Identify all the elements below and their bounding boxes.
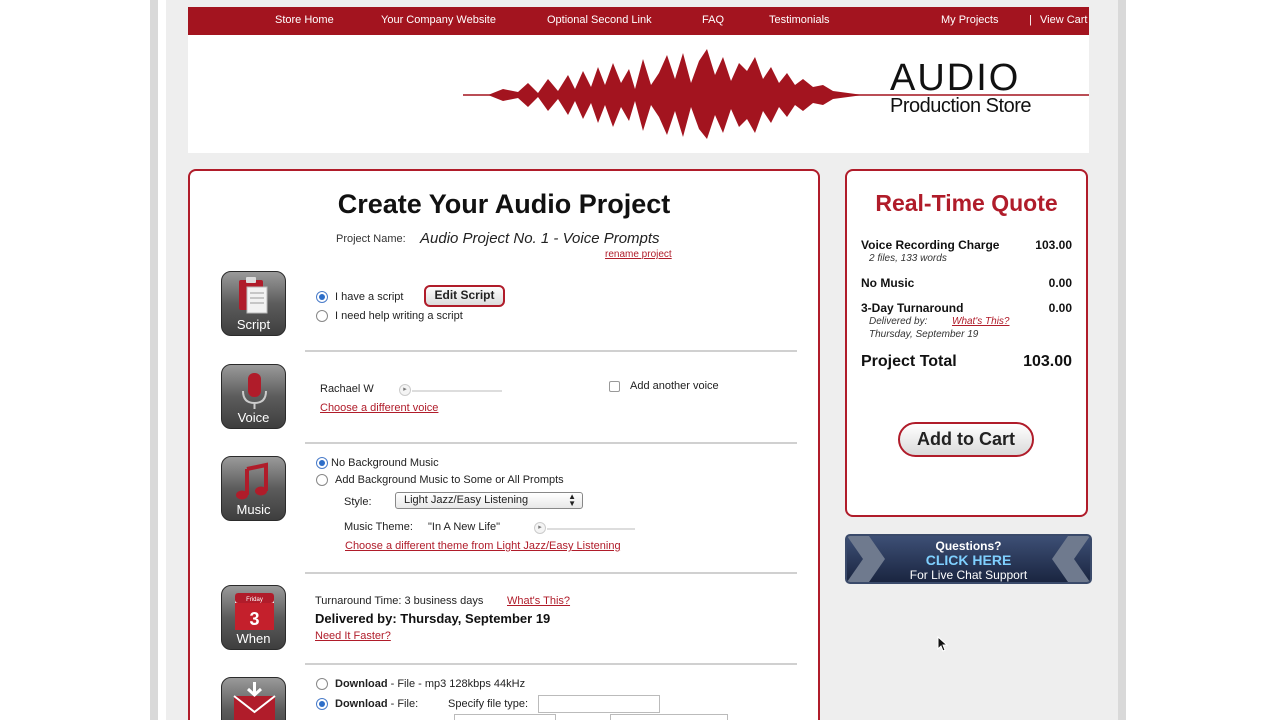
voice-play-button[interactable]: ▸ [399,384,411,396]
section-divider [305,572,797,574]
download-mp3-detail: - File - mp3 128kbps 44kHz [387,678,526,690]
nav-second-link[interactable]: Optional Second Link [547,14,652,26]
music-charge-value: 0.00 [1048,276,1072,290]
quote-delivered-date: Thursday, September 19 [869,329,979,340]
have-script-radio[interactable] [316,291,328,303]
store-page: Store Home Your Company Website Optional… [166,0,1118,720]
mouse-cursor-icon [937,636,949,652]
music-style-select[interactable]: Light Jazz/Easy Listening ▲ ▼ [395,492,583,509]
need-it-faster-link[interactable]: Need It Faster? [315,630,391,642]
section-divider [305,442,797,444]
download-file-detail: - File: [387,698,419,710]
chat-click-here-text: CLICK HERE [925,552,1012,568]
turnaround-whats-this-link[interactable]: What's This? [507,595,570,607]
turnaround-charge-value: 0.00 [1048,301,1072,315]
rename-project-link[interactable]: rename project [605,249,672,260]
project-name-label: Project Name: [336,233,406,245]
need-help-script-label: I need help writing a script [335,310,463,322]
real-time-quote-panel: Real-Time Quote Voice Recording Charge 1… [845,169,1088,517]
voice-name: Rachael W [320,383,374,395]
turnaround-charge-label: 3-Day Turnaround [861,301,964,315]
nav-company-website[interactable]: Your Company Website [381,14,496,26]
logo-subtitle: Production Store [890,95,1031,117]
window-margin-left [0,0,158,720]
voice-charge-label: Voice Recording Charge [861,238,1000,252]
confirm-email-input[interactable] [610,714,728,720]
download-mp3-radio[interactable] [316,678,328,690]
chat-questions-text: Questions? [935,539,1002,553]
download-file-bold: Download [335,698,388,710]
download-mp3-bold: Download [335,678,388,690]
add-to-cart-button[interactable]: Add to Cart [898,422,1034,457]
have-script-label: I have a script [335,291,404,303]
calendar-icon: Friday 3 When [221,585,286,650]
quote-title: Real-Time Quote [875,190,1058,216]
music-style-value: Light Jazz/Easy Listening [404,494,529,506]
add-music-radio[interactable] [316,474,328,486]
music-icon: Music [221,456,286,521]
window-margin-right [1118,0,1280,720]
nav-testimonials[interactable]: Testimonials [769,14,830,26]
page-title: Create Your Audio Project [337,189,671,219]
logo-audio-text: AUDIO [890,57,1021,99]
project-total-label: Project Total [861,353,957,370]
calendar-day-text: Friday [246,597,263,603]
file-type-input[interactable] [538,695,660,713]
nav-store-home[interactable]: Store Home [275,14,334,26]
nav-my-projects[interactable]: My Projects [941,14,998,26]
add-voice-label: Add another voice [630,380,719,392]
select-arrows-icon: ▲ ▼ [568,492,576,508]
notification-email-input[interactable] [454,714,556,720]
voice-charge-detail: 2 files, 133 words [869,253,947,264]
download-mp3-label: Download - File - mp3 128kbps 44kHz [335,678,525,690]
music-play-button[interactable]: ▸ [534,522,546,534]
voice-charge-value: 103.00 [1035,238,1072,252]
music-theme-value: "In A New Life" [428,521,501,533]
create-project-panel: Create Your Audio Project Project Name: … [188,169,820,720]
voice-icon-label: Voice [237,410,270,425]
download-file-label: Download - File: [335,698,418,710]
add-music-label: Add Background Music to Some or All Prom… [335,474,564,486]
edit-script-button[interactable]: Edit Script [424,285,505,307]
choose-voice-link[interactable]: Choose a different voice [320,402,438,414]
chat-support-text: For Live Chat Support [909,568,1028,582]
no-music-label: No Background Music [331,457,439,469]
section-divider [305,350,797,352]
download-icon [221,677,286,720]
section-divider [305,663,797,665]
voice-icon: Voice [221,364,286,429]
live-chat-banner[interactable]: Questions? CLICK HERE For Live Chat Supp… [845,534,1092,584]
turnaround-time: Turnaround Time: 3 business days [315,595,484,607]
nav-view-cart[interactable]: View Cart [1040,14,1087,26]
choose-theme-link[interactable]: Choose a different theme from Light Jazz… [345,540,621,552]
project-total-value: 103.00 [1023,353,1072,370]
music-theme-label: Music Theme: [344,521,413,533]
music-preview-track [547,528,635,530]
music-charge-label: No Music [861,276,915,290]
calendar-date-text: 3 [249,609,259,629]
when-icon-label: When [236,631,271,646]
delivered-by-date: Delivered by: Thursday, September 19 [315,611,551,626]
nav-faq[interactable]: FAQ [702,14,724,26]
project-name-value: Audio Project No. 1 - Voice Prompts [420,230,660,247]
voice-preview-track [412,390,502,392]
header-banner: AUDIO Production Store [188,35,1089,153]
file-type-label: Specify file type: [448,698,529,710]
no-music-radio[interactable] [316,457,328,469]
quote-delivered-by-label: Delivered by: [869,316,928,327]
script-icon-label: Script [236,317,271,332]
script-icon: Script [221,271,286,336]
style-label: Style: [344,496,372,508]
download-file-radio[interactable] [316,698,328,710]
need-help-script-radio[interactable] [316,310,328,322]
add-voice-checkbox[interactable] [609,381,620,392]
quote-whats-this-link[interactable]: What's This? [952,316,1009,327]
top-nav-bar: Store Home Your Company Website Optional… [188,7,1089,35]
nav-separator: | [1029,14,1032,26]
music-icon-label: Music [236,502,271,517]
